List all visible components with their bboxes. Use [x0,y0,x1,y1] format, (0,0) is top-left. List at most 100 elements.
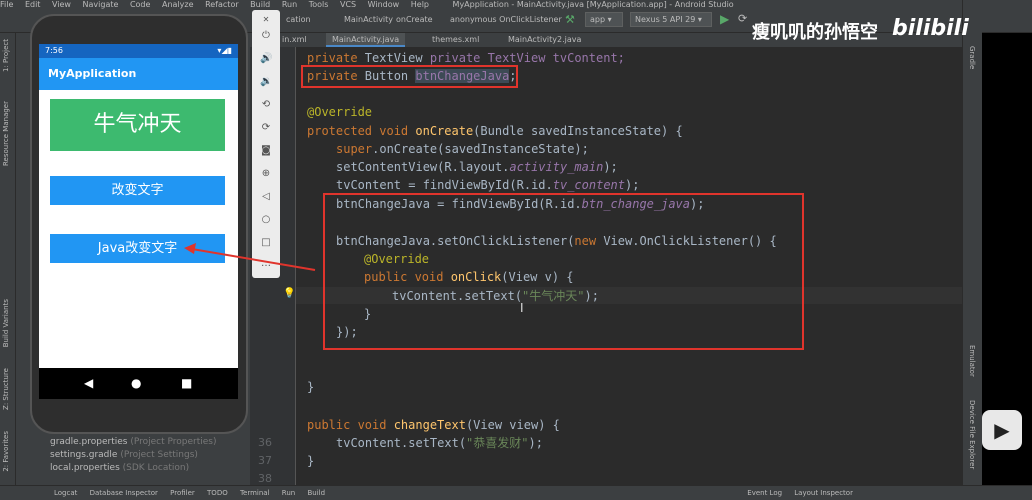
list-item[interactable]: gradle.properties (Project Properties) [50,437,217,447]
tab-mainactivity2-java[interactable]: MainActivity2.java [502,33,587,47]
back-icon[interactable]: ◁ [260,191,272,203]
device-file-explorer-tab[interactable]: Device File Explorer [968,400,976,469]
watermark-text: 瘦叽叽的孙悟空 [752,22,878,43]
code-line: setContentView(R.layout.activity_main); [336,160,618,174]
breadcrumb-module[interactable]: cation [286,15,311,24]
favorites-tab[interactable]: 2: Favorites [2,431,10,472]
tv-content: 牛气冲天 [50,99,225,151]
build-tab[interactable]: Build [307,489,325,497]
file-name: local.properties [50,463,120,473]
list-item[interactable]: local.properties (SDK Location) [50,463,189,473]
menu-view[interactable]: View [52,0,71,9]
tab-themes-xml[interactable]: themes.xml [426,33,485,47]
menu-file[interactable]: File [0,0,13,9]
close-icon[interactable]: ✕ [260,14,272,26]
status-time: 7:56 [45,46,63,55]
file-meta: (Project Settings) [120,450,198,460]
file-meta: (SDK Location) [122,463,190,473]
menu-help[interactable]: Help [411,0,429,9]
phone-status-bar: 7:56 ▾◢▮ [39,44,238,58]
right-tool-strip: Gradle Emulator Device File Explorer [962,0,982,485]
event-log-tab[interactable]: Event Log [747,489,782,497]
device-select[interactable]: Nexus 5 API 29 ▾ [630,12,712,27]
phone-nav-bar: ◀ ● ■ [39,368,238,399]
line-number: 36 [258,436,272,449]
highlight-box-listener [323,193,804,350]
file-meta: (Project Properties) [130,437,217,447]
run-tab[interactable]: Run [282,489,295,497]
line-number: 38 [258,472,272,485]
highlight-box-field [301,65,518,88]
emulator-tab[interactable]: Emulator [968,345,976,377]
file-name: gradle.properties [50,437,128,447]
todo-tab[interactable]: TODO [207,489,228,497]
file-name: settings.gradle [50,450,118,460]
menu-analyze[interactable]: Analyze [162,0,194,9]
resource-manager-tab[interactable]: Resource Manager [2,101,10,166]
breadcrumb-class[interactable]: MainActivity [344,15,393,24]
window-title: MyApplication - MainActivity.java [MyApp… [452,0,734,9]
left-tool-strip: 1: Project Resource Manager Build Varian… [0,33,16,485]
tab-mainactivity-java[interactable]: MainActivity.java [326,33,406,47]
app-title: MyApplication [48,67,137,80]
code-line: private TextView private TextView tvCont… [307,51,625,65]
volume-down-icon[interactable]: 🔉 [260,76,272,88]
menu-build[interactable]: Build [250,0,270,9]
change-text-button[interactable]: 改变文字 [50,176,225,205]
line-number: 37 [258,454,272,467]
tab-main-xml[interactable]: in.xml [276,33,313,47]
menu-code[interactable]: Code [130,0,150,9]
rotate-left-icon[interactable]: ⟲ [260,99,272,111]
app-bar: MyApplication [39,58,238,90]
code-line: } [307,380,315,394]
home-icon[interactable]: ● [131,376,141,390]
gradle-tab[interactable]: Gradle [968,46,976,69]
back-icon[interactable]: ◀ [84,376,93,390]
code-line: tvContent = findViewById(R.id.tv_content… [336,178,640,192]
run-config-select[interactable]: app ▾ [585,12,623,27]
profiler-tab[interactable]: Profiler [170,489,195,497]
device-label: Nexus 5 API 29 [635,15,696,24]
lightbulb-icon[interactable]: 💡 [283,288,295,299]
phone-screen [39,44,238,399]
menu-navigate[interactable]: Navigate [83,0,119,9]
rotate-right-icon[interactable]: ⟳ [260,122,272,134]
overview-icon[interactable]: ■ [181,376,192,390]
zoom-icon[interactable]: ⊕ [260,168,272,180]
tv-icon[interactable]: ▶ [982,410,1022,450]
bottom-tool-bar: Logcat Database Inspector Profiler TODO … [0,485,1032,500]
watermark-logo: bilibili [892,16,969,41]
power-icon[interactable]: ⏻ [260,30,272,42]
menu-refactor[interactable]: Refactor [205,0,239,9]
terminal-tab[interactable]: Terminal [240,489,270,497]
apply-changes-icon[interactable]: ⟳ [738,12,747,25]
project-tool-tab[interactable]: 1: Project [2,39,10,72]
breadcrumb-anonymous[interactable]: anonymous OnClickListener [450,15,562,24]
code-line: } [307,454,315,468]
menu-window[interactable]: Window [368,0,400,9]
menu-run[interactable]: Run [282,0,297,9]
emulator-toolbar: ✕ ⏻ 🔊 🔉 ⟲ ⟳ ◙ ⊕ ◁ ○ □ … [252,10,280,278]
annotation-arrow [184,243,316,271]
code-line: super.onCreate(savedInstanceState); [336,142,589,156]
list-item[interactable]: settings.gradle (Project Settings) [50,450,198,460]
menu-vcs[interactable]: VCS [340,0,356,9]
build-variants-tab[interactable]: Build Variants [2,299,10,347]
menu-tools[interactable]: Tools [309,0,329,9]
home-icon[interactable]: ○ [260,214,272,226]
volume-up-icon[interactable]: 🔊 [260,53,272,65]
menu-bar: File Edit View Navigate Code Analyze Ref… [0,0,1032,9]
structure-tab[interactable]: Z: Structure [2,368,10,410]
database-inspector-tab[interactable]: Database Inspector [90,489,158,497]
run-icon[interactable]: ▶ [720,12,729,26]
layout-inspector-tab[interactable]: Layout Inspector [794,489,853,497]
code-line: tvContent.setText("恭喜发财"); [336,436,543,450]
logcat-tab[interactable]: Logcat [54,489,77,497]
breadcrumb-method[interactable]: onCreate [396,15,433,24]
hammer-icon[interactable]: ⚒ [565,13,575,26]
code-line: @Override [307,105,373,119]
code-line: public void changeText(View view) { [307,418,560,432]
camera-icon[interactable]: ◙ [260,145,272,157]
signal-battery-icon: ▾◢▮ [217,46,232,55]
menu-edit[interactable]: Edit [25,0,41,9]
